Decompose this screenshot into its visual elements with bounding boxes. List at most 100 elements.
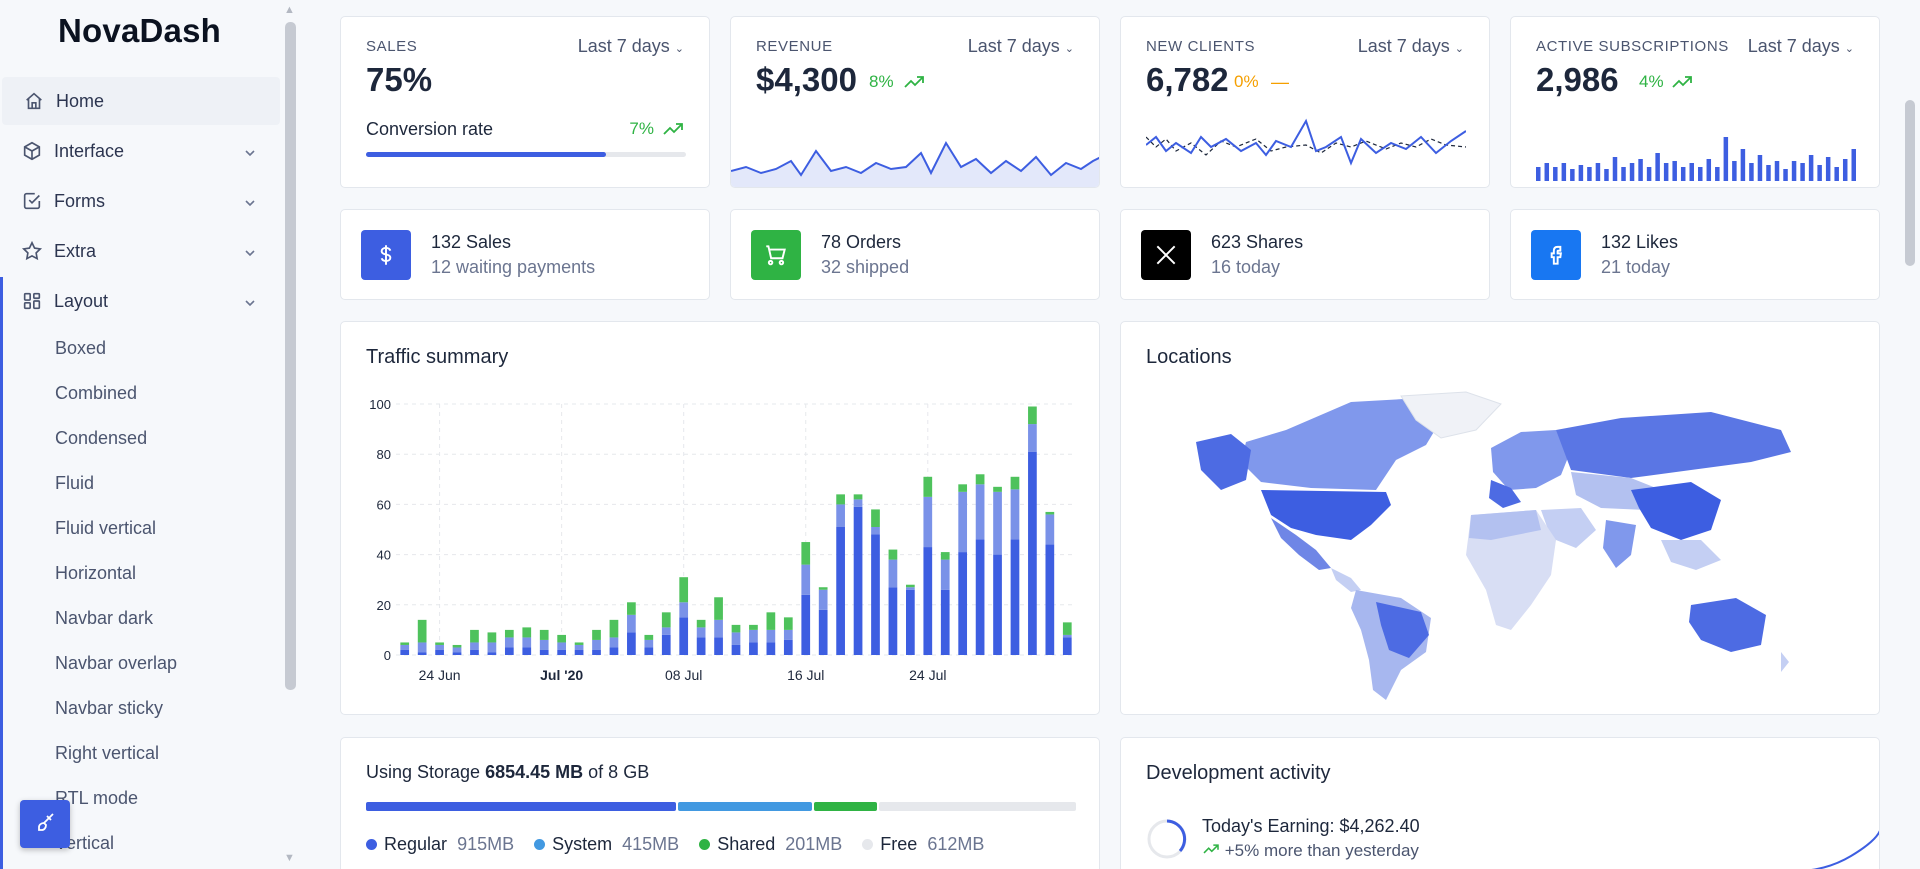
- card-label: REVENUE: [756, 38, 833, 55]
- sidebar-subitem-fluid-vertical[interactable]: Fluid vertical: [55, 518, 156, 539]
- y-tick-label: 0: [384, 648, 391, 663]
- traffic-bar: [557, 649, 566, 655]
- sidebar-item-label: Interface: [54, 140, 125, 161]
- subs-bar: [1638, 159, 1643, 181]
- traffic-bar: [522, 647, 532, 655]
- traffic-bar: [696, 619, 706, 628]
- traffic-bar: [923, 547, 933, 655]
- traffic-bar: [574, 642, 584, 645]
- sidebar-subitem-horizontal[interactable]: Horizontal: [55, 563, 136, 584]
- sidebar-item-layout[interactable]: Layout: [0, 277, 280, 325]
- x-logo-icon: [1141, 230, 1191, 280]
- traffic-bar: [1062, 622, 1072, 635]
- scroll-up-arrow[interactable]: ▲: [284, 4, 295, 16]
- sidebar-item-home[interactable]: Home: [2, 77, 280, 125]
- traffic-summary-card: Traffic summary 0 20 40 60 80 100 24 Jun Jul '2…: [340, 321, 1100, 715]
- revenue-delta: 8%: [869, 72, 894, 91]
- y-tick-label: 20: [377, 598, 391, 613]
- traffic-bar: [539, 639, 549, 650]
- traffic-bar: [557, 634, 566, 643]
- subs-bar: [1578, 165, 1584, 181]
- brand-logo[interactable]: NovaDash: [58, 12, 221, 50]
- traffic-bar: [679, 602, 689, 618]
- scroll-down-arrow[interactable]: ▼: [284, 852, 295, 864]
- period-dropdown[interactable]: Last 7 days ⌄: [578, 36, 684, 57]
- sidebar-item-forms[interactable]: Forms: [0, 177, 280, 225]
- traffic-bar: [627, 602, 636, 615]
- subs-bar: [1732, 161, 1737, 181]
- subs-bar: [1587, 167, 1592, 181]
- traffic-bar: [1028, 406, 1037, 425]
- sidebar-subitem-navbar-dark[interactable]: Navbar dark: [55, 608, 153, 629]
- legend-shared: Shared 201MB: [699, 834, 842, 855]
- traffic-bar: [400, 649, 410, 655]
- traffic-bar: [1062, 634, 1072, 638]
- dollar-icon: [361, 230, 411, 280]
- traffic-bar: [661, 627, 671, 635]
- chevron-down-icon: [244, 143, 256, 164]
- active-subscriptions-card: ACTIVE SUBSCRIPTIONS Last 7 days ⌄ 2,986…: [1510, 16, 1880, 188]
- traffic-bar: [627, 614, 636, 633]
- traffic-bar: [400, 642, 410, 645]
- subs-bar: [1842, 159, 1848, 181]
- traffic-bar: [975, 539, 985, 655]
- traffic-bar: [417, 652, 427, 655]
- traffic-bar: [1045, 544, 1055, 655]
- traffic-bar: [749, 629, 758, 643]
- mini-card-title: 623 Shares: [1211, 232, 1304, 252]
- sidebar-subitem-navbar-sticky[interactable]: Navbar sticky: [55, 698, 163, 719]
- traffic-bar: [783, 629, 793, 640]
- mini-card-title: 132 Sales: [431, 232, 512, 252]
- world-map: [1196, 391, 1791, 700]
- storage-segment: [813, 802, 877, 811]
- sidebar-subitem-right-vertical[interactable]: Right vertical: [55, 743, 159, 764]
- traffic-bar: [661, 634, 671, 655]
- subs-bar: [1825, 157, 1831, 181]
- sidebar-subitem-boxed[interactable]: Boxed: [55, 338, 106, 359]
- sidebar-subitem-navbar-overlap[interactable]: Navbar overlap: [55, 653, 177, 674]
- subs-bar-sparkline: [1536, 137, 1856, 181]
- activity-line: [1811, 830, 1879, 869]
- period-dropdown[interactable]: Last 7 days ⌄: [1748, 36, 1854, 57]
- sidebar-subitem-fluid[interactable]: Fluid: [55, 473, 94, 494]
- traffic-bar: [435, 642, 444, 645]
- map-region-central-america: [1331, 568, 1361, 592]
- subs-bar: [1570, 169, 1575, 181]
- traffic-bar: [836, 494, 845, 505]
- traffic-bar: [871, 534, 880, 655]
- traffic-bar: [539, 649, 549, 655]
- earning-progress-ring: [1147, 819, 1187, 859]
- sidebar-item-extra[interactable]: Extra: [0, 227, 280, 275]
- map-region-australia: [1689, 598, 1766, 652]
- traffic-bar: [975, 474, 985, 485]
- locations-card: Locations: [1120, 321, 1880, 715]
- traffic-bar: [888, 549, 898, 560]
- storage-summary: Using Storage 6854.45 MB of 8 GB: [366, 762, 650, 782]
- chevron-down-icon: ⌄: [1844, 43, 1854, 55]
- sidebar-scrollbar[interactable]: [285, 22, 296, 690]
- traffic-bar: [644, 647, 654, 655]
- map-region-southeast-asia: [1661, 540, 1721, 570]
- traffic-bar: [435, 644, 444, 650]
- page-scrollbar[interactable]: [1905, 100, 1915, 266]
- sidebar-item-label: Extra: [54, 240, 97, 261]
- card-label: NEW CLIENTS: [1146, 38, 1256, 55]
- sidebar-subitem-condensed[interactable]: Condensed: [55, 428, 147, 449]
- x-tick-label: 16 Jul: [787, 667, 824, 683]
- map-region-europe: [1491, 430, 1571, 490]
- traffic-bar: [644, 634, 654, 640]
- traffic-bar: [906, 587, 915, 590]
- theme-settings-button[interactable]: [20, 800, 70, 848]
- sidebar-item-interface[interactable]: Interface: [0, 127, 280, 175]
- map-region-russia: [1556, 412, 1791, 478]
- traffic-bar: [679, 617, 689, 655]
- y-tick-label: 40: [377, 548, 391, 563]
- traffic-bar: [487, 632, 497, 643]
- period-dropdown[interactable]: Last 7 days ⌄: [1358, 36, 1464, 57]
- sidebar-subitem-combined[interactable]: Combined: [55, 383, 137, 404]
- subs-bar: [1800, 163, 1805, 181]
- traffic-bar: [993, 491, 1002, 555]
- period-dropdown[interactable]: Last 7 days ⌄: [968, 36, 1074, 57]
- trending-up-icon: [662, 120, 684, 143]
- traffic-bar: [749, 624, 758, 630]
